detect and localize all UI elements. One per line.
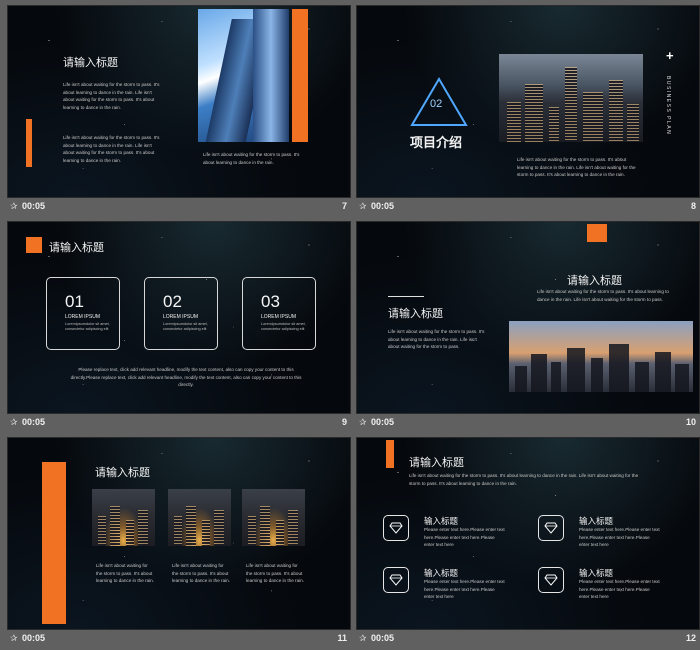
slide-footer: ✰ 00:05 10 [356,414,700,434]
body-text: Life isn't about waiting for the storm t… [63,135,160,163]
transition-time: 00:05 [22,201,46,211]
city-dusk-photo [509,321,693,392]
slide-title: 项目介绍 [410,135,463,150]
diamond-icon [538,567,564,593]
star-icon: ✰ [10,417,18,427]
accent-bar [26,119,32,167]
slide-11-canvas: 请输入标题 Life isn't about waiting for the s… [7,437,351,630]
card-number: 03 [261,292,280,311]
star-icon: ✰ [10,633,18,643]
star-icon: ✰ [359,201,367,211]
item-desc: Please enter text here.Please enter text… [424,579,505,599]
slide-footer: ✰ 00:05 7 [7,198,351,218]
accent-square [587,224,607,242]
slide-12-canvas: 请输入标题 Life isn't about waiting for the s… [356,437,700,630]
slide-9-canvas: 请输入标题 01 LOREM IPSUM Loremipsumdolor sit… [7,221,351,414]
card-number: 02 [163,292,182,311]
body-text: Life isn't about waiting for the storm t… [203,152,300,165]
card-label: LOREM IPSUM [261,314,297,320]
star-icon: ✰ [359,417,367,427]
slide-footer: ✰ 00:05 11 [7,630,351,650]
accent-bar [42,462,66,624]
photo-caption: Life isn't about waiting for the storm t… [96,563,154,583]
slide-number: 8 [690,201,696,211]
slide-number: 12 [685,633,696,643]
card-desc: Loremipsumdolor sit amet, consectetur ad… [65,322,110,331]
skyscraper-photo [198,9,289,142]
slide-title-right: 请输入标题 [567,275,622,287]
transition-time: 00:05 [22,633,46,643]
transition-time: 00:05 [371,417,395,427]
transition-time: 00:05 [371,633,395,643]
star-icon: ✰ [10,201,18,211]
slide-footer: ✰ 00:05 12 [356,630,700,650]
transition-time: 00:05 [371,201,395,211]
body-text: Please replace text, click add relevant … [70,367,302,387]
card-label: LOREM IPSUM [163,314,199,320]
section-number: 02 [430,98,443,110]
slide-number: 11 [337,633,347,643]
accent-square [26,237,42,253]
card-desc: Loremipsumdolor sit amet, consectetur ad… [163,322,208,331]
slide-number: 10 [685,417,696,427]
body-text: Life isn't about waiting for the storm t… [517,157,636,177]
card-label: LOREM IPSUM [65,314,101,320]
accent-bar [386,440,394,468]
road-night-photo [92,489,155,546]
card-number: 01 [65,292,84,311]
item-desc: Please enter text here.Please enter text… [579,579,660,599]
road-night-photo [168,489,231,546]
item-desc: Please enter text here.Please enter text… [579,527,660,547]
slide-title: 请输入标题 [95,467,150,479]
vertical-label: BUSINESS PLAN [665,76,671,136]
number-card: 02 LOREM IPSUM Loremipsumdolor sit amet,… [144,277,218,350]
plus-icon: + [666,48,674,63]
diamond-icon [383,567,409,593]
slide-number: 9 [341,417,347,427]
body-text: Life isn't about waiting for the storm t… [537,289,669,302]
transition-time: 00:05 [22,417,46,427]
body-text: Life isn't about waiting for the storm t… [63,82,160,110]
slide-title: 请输入标题 [49,242,104,254]
slide-title: 请输入标题 [63,57,118,69]
slide-footer: ✰ 00:05 8 [356,198,700,218]
photo-caption: Life isn't about waiting for the storm t… [172,563,230,583]
divider-line [388,296,424,297]
slide-7-canvas: 请输入标题 Life isn't about waiting for the s… [7,5,351,198]
slide-10-canvas: 请输入标题 Life isn't about waiting for the s… [356,221,700,414]
slide-number: 7 [341,201,347,211]
number-card: 01 LOREM IPSUM Loremipsumdolor sit amet,… [46,277,120,350]
number-card: 03 LOREM IPSUM Loremipsumdolor sit amet,… [242,277,316,350]
photo-caption: Life isn't about waiting for the storm t… [246,563,304,583]
slide-title-left: 请输入标题 [388,308,443,320]
accent-bar [292,9,308,142]
slide-8-canvas: 02 项目介绍 Life isn't about waiting for the… [356,5,700,198]
diamond-icon [383,515,409,541]
body-text: Life isn't about waiting for the storm t… [409,473,639,486]
diamond-icon [538,515,564,541]
item-desc: Please enter text here.Please enter text… [424,527,505,547]
city-night-photo [499,54,643,142]
road-night-photo [242,489,305,546]
body-text: Life isn't about waiting for the storm t… [388,329,485,349]
slide-title: 请输入标题 [409,457,464,469]
card-desc: Loremipsumdolor sit amet, consectetur ad… [261,322,306,331]
star-icon: ✰ [359,633,367,643]
slide-footer: ✰ 00:05 9 [7,414,351,434]
